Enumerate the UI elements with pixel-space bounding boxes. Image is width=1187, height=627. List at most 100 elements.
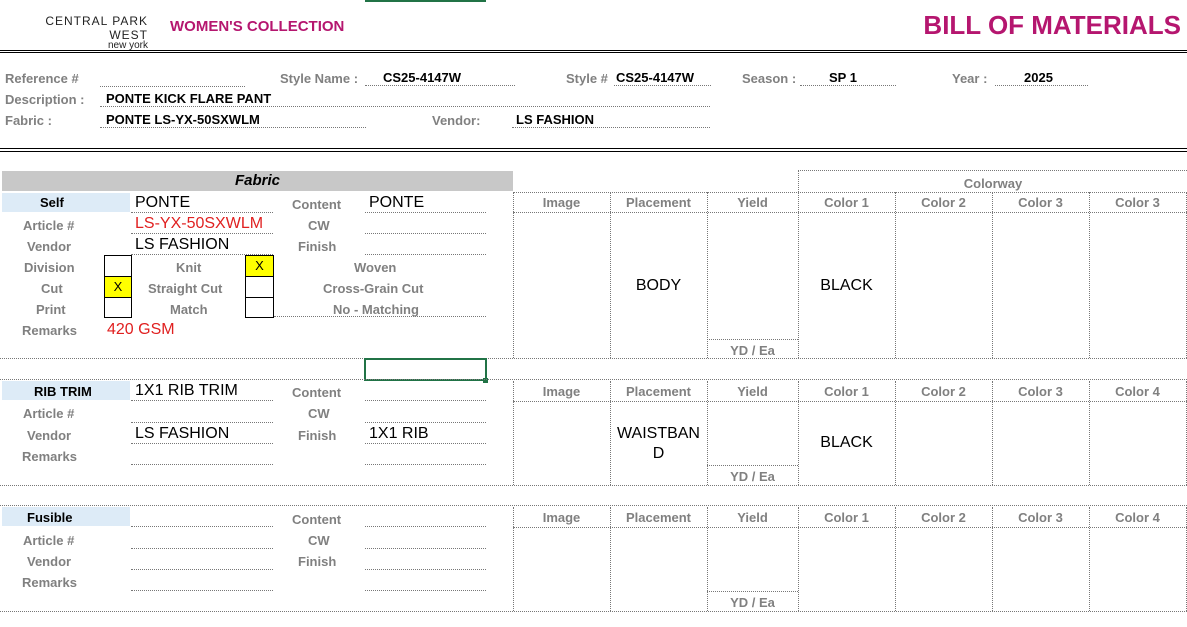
s1-bottom [0, 358, 1187, 359]
self-vendor-label: Vendor [27, 239, 72, 254]
s2-placement-line1: WAISTBAN [617, 425, 700, 442]
s2-placement-value[interactable]: WAISTBAN D [610, 424, 707, 464]
rib-content-field[interactable] [365, 400, 486, 401]
fusible-finish-field[interactable] [365, 569, 486, 570]
s3-col-image: Image [542, 510, 581, 525]
rib-article-label: Article # [23, 406, 75, 421]
self-cw-field[interactable] [365, 233, 486, 234]
fusible-content-field[interactable] [365, 526, 486, 527]
self-finish-label: Finish [298, 239, 337, 254]
self-label-cell [2, 193, 130, 212]
s1-col-color2: Color 2 [921, 195, 966, 210]
s2-col-color3: Color 3 [1018, 384, 1063, 399]
fusible-content-label: Content [292, 512, 342, 527]
s3-bottom [0, 611, 1187, 612]
s3-col-placement: Placement [625, 510, 692, 525]
vendor-field[interactable]: LS FASHION [512, 112, 710, 128]
no-matching-checkbox[interactable] [245, 297, 274, 318]
cross-grain-checkbox[interactable] [245, 276, 274, 298]
fusible-article-field[interactable] [131, 548, 273, 549]
fusible-vendor-field[interactable] [131, 569, 273, 570]
year-label: Year : [952, 71, 988, 86]
woven-label: Woven [354, 260, 397, 275]
s1-col-line-1 [610, 192, 611, 358]
cut-label: Cut [41, 281, 63, 296]
s3-col-color3: Color 3 [1018, 510, 1063, 525]
fusible-cw-label: CW [308, 533, 330, 548]
fabric-header: Fabric [234, 172, 280, 189]
division-label: Division [24, 260, 75, 275]
woven-checkbox[interactable]: X [245, 255, 274, 277]
fabric-field[interactable]: PONTE LS-YX-50SXWLM [100, 112, 366, 128]
s3-yield-line [707, 591, 798, 592]
cross-grain-label: Cross-Grain Cut [323, 281, 424, 296]
rib-cw-field[interactable] [365, 422, 486, 423]
season-field[interactable]: SP 1 [800, 70, 896, 86]
no-matching-label: No - Matching [333, 302, 419, 317]
fusible-remarks-field-2[interactable] [365, 590, 486, 591]
info-rule [0, 148, 1187, 149]
self-article-label: Article # [23, 218, 75, 233]
self-article-field[interactable]: LS-YX-50SXWLM [131, 215, 273, 234]
s2-color1-value[interactable]: BLACK [798, 434, 895, 452]
rib-finish-label: Finish [298, 428, 337, 443]
s2-yield-unit: YD / Ea [730, 469, 775, 484]
print-label: Print [36, 302, 66, 317]
s3-yield-unit: YD / Ea [730, 595, 775, 610]
straight-cut-label: Straight Cut [148, 281, 223, 296]
year-field[interactable]: 2025 [995, 70, 1088, 86]
s1-col-line-0 [513, 192, 514, 358]
rib-vendor-field[interactable]: LS FASHION [131, 425, 273, 444]
style-name-field[interactable]: CS25-4147W [365, 70, 515, 86]
s1-yield-line [707, 339, 798, 340]
s1-color1-value[interactable]: BLACK [798, 277, 895, 295]
fusible-remarks-field[interactable] [131, 590, 273, 591]
s1-col-line-4 [895, 192, 896, 358]
s1-placement-value[interactable]: BODY [610, 277, 707, 295]
selected-cell[interactable] [364, 358, 487, 381]
s2-col-image: Image [542, 384, 581, 399]
fusible-name-field[interactable] [131, 526, 273, 527]
rib-remarks-field[interactable] [131, 464, 273, 465]
s3-col-color4: Color 4 [1115, 510, 1160, 525]
self-remarks-value[interactable]: 420 GSM [107, 321, 175, 339]
knit-checkbox[interactable] [104, 255, 132, 277]
fusible-cw-field[interactable] [365, 548, 486, 549]
gap-line [0, 379, 1187, 380]
fabric-header-bar: Fabric [2, 171, 513, 191]
description-label: Description : [5, 92, 85, 107]
self-content-label: Content [292, 197, 342, 212]
rib-remarks-field-2[interactable] [365, 464, 486, 465]
s2-col-color1: Color 1 [824, 384, 869, 399]
s1-grid-top [513, 192, 1187, 193]
rib-finish-field[interactable]: 1X1 RIB [365, 425, 486, 444]
rib-name-field[interactable]: 1X1 RIB TRIM [131, 382, 273, 401]
season-label: Season : [742, 71, 797, 86]
match-checkbox[interactable] [104, 297, 132, 318]
s2-yield-line [707, 465, 798, 466]
knit-label: Knit [176, 260, 202, 275]
self-finish-field[interactable] [365, 254, 486, 255]
brand-name: CENTRAL PARK WEST [45, 14, 148, 42]
rib-vendor-label: Vendor [27, 428, 72, 443]
collection-title: WOMEN'S COLLECTION [170, 18, 345, 35]
s3-col-color1: Color 1 [824, 510, 869, 525]
description-field[interactable]: PONTE KICK FLARE PANT [100, 91, 710, 107]
straight-cut-checkbox[interactable]: X [104, 276, 132, 298]
rib-content-label: Content [292, 385, 342, 400]
s1-col-color1: Color 1 [824, 195, 869, 210]
self-content-field[interactable]: PONTE [365, 194, 486, 213]
header-rule-2 [0, 52, 1187, 53]
self-name-field[interactable]: PONTE [131, 194, 273, 213]
rib-article-field[interactable] [131, 422, 273, 423]
reference-field[interactable] [100, 86, 245, 87]
s1-col-placement: Placement [625, 195, 692, 210]
fusible-label: Fusible [27, 510, 73, 525]
s2-gap-line [0, 505, 1187, 506]
s1-col-line-6 [1089, 192, 1090, 358]
self-vendor-field[interactable]: LS FASHION [131, 236, 273, 255]
header-rule [0, 50, 1187, 51]
fabric-label: Fabric : [5, 113, 52, 128]
style-num-field[interactable]: CS25-4147W [614, 70, 711, 86]
s2-placement-line2: D [652, 445, 665, 462]
